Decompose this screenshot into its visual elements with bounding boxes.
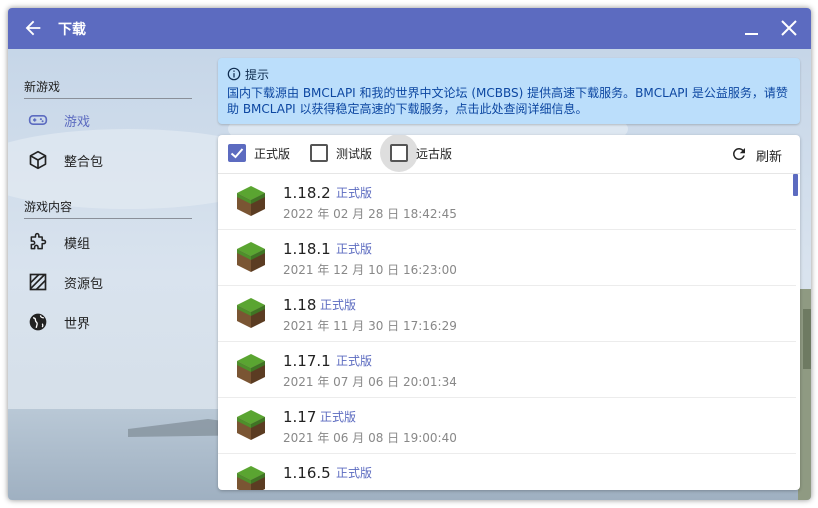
version-row[interactable]: 1.18.2 正式版 2022 年 02 月 28 日 18:42:45 [218,173,796,230]
grass-block-icon [237,242,265,272]
hint-box[interactable]: 提示 国内下载源由 BMCLAPI 和我的世界中文论坛 (MCBBS) 提供高速… [218,58,800,124]
grass-block-icon [237,186,265,216]
version-number: 1.18.2 [283,184,331,202]
sidebar: 新游戏 游戏 整合包 游戏内容 模组 资源包 世界 [8,49,208,500]
refresh-label: 刷新 [756,150,783,165]
hint-link-text[interactable]: 国内下载源由 BMCLAPI 和我的世界中文论坛 (MCBBS) 提供高速下载服… [227,85,793,117]
sidebar-item-label: 模组 [64,237,91,252]
gamepad-icon [28,115,48,125]
minimize-icon[interactable] [743,20,761,38]
filter-label: 正式版 [254,147,291,161]
version-number: 1.17.1 [283,352,331,370]
filter-label: 测试版 [336,147,373,161]
filter-snapshot[interactable]: 测试版 [310,142,380,166]
grass-block-icon [237,354,265,384]
version-row[interactable]: 1.17.1 正式版 2021 年 07 月 06 日 20:01:34 [218,341,796,398]
sidebar-item-worlds[interactable]: 世界 [8,302,208,342]
hint-title: 提示 [245,68,270,82]
version-number: 1.16.5 [283,464,331,482]
version-type-badge: 正式版 [336,186,373,200]
version-number: 1.18.1 [283,240,331,258]
version-row[interactable]: 1.18.1 正式版 2021 年 12 月 10 日 16:23:00 [218,229,796,286]
filter-old[interactable]: 远古版 [380,135,460,172]
release-date: 2021 年 11 月 30 日 17:16:29 [283,319,457,333]
sidebar-item-resourcepacks[interactable]: 资源包 [8,262,208,302]
section-title-game-content: 游戏内容 [24,198,192,219]
release-date: 2022 年 02 月 28 日 18:42:45 [283,207,457,221]
section-title-new-game: 新游戏 [24,78,192,99]
package-icon [29,150,47,170]
old-checkbox[interactable] [390,144,408,162]
version-number: 1.18 [283,296,317,314]
filter-bar: 正式版 测试版 远古版 刷新 [218,135,800,174]
sidebar-item-label: 整合包 [64,155,104,170]
version-type-badge: 正式版 [336,354,373,368]
sidebar-item-label: 资源包 [64,277,104,292]
version-type-badge: 正式版 [320,298,357,312]
grass-block-icon [237,298,265,328]
snapshot-checkbox[interactable] [310,144,328,162]
title-bar: 下载 [8,8,811,49]
sidebar-item-label: 世界 [64,317,91,332]
sidebar-item-mods[interactable]: 模组 [8,222,208,262]
puzzle-icon [30,232,47,250]
version-row[interactable]: 1.16.5 正式版 [218,453,796,490]
sidebar-item-label: 游戏 [64,115,91,130]
filter-release[interactable]: 正式版 [228,142,298,166]
sidebar-item-game[interactable]: 游戏 [8,100,208,140]
filter-label: 远古版 [416,147,453,161]
version-panel: 正式版 测试版 远古版 刷新 1.18.2 正式版 2022 年 02 月 28… [218,135,800,490]
texture-icon [29,273,47,291]
back-arrow-icon[interactable] [22,17,44,39]
release-date: 2021 年 06 月 08 日 19:00:40 [283,431,457,445]
release-date: 2021 年 07 月 06 日 20:01:34 [283,375,457,389]
version-type-badge: 正式版 [320,410,357,424]
release-checkbox[interactable] [228,144,246,162]
version-type-badge: 正式版 [336,242,373,256]
close-icon[interactable] [779,18,799,38]
sidebar-item-modpack[interactable]: 整合包 [8,140,208,180]
version-number: 1.17 [283,408,317,426]
version-row[interactable]: 1.18 正式版 2021 年 11 月 30 日 17:16:29 [218,285,796,342]
globe-icon [29,313,47,331]
refresh-icon [733,148,745,160]
checkmark-icon [230,148,244,159]
info-icon [227,67,241,81]
grass-block-icon [237,410,265,440]
window-title: 下载 [58,22,86,38]
refresh-button[interactable]: 刷新 [730,143,790,165]
grass-block-icon [237,466,265,490]
launcher-window: 下载 新游戏 游戏 整合包 游戏内容 模组 资源包 世界 提示 国内下载源由 B… [8,8,811,500]
version-row[interactable]: 1.17 正式版 2021 年 06 月 08 日 19:00:40 [218,397,796,454]
version-list: 1.18.2 正式版 2022 年 02 月 28 日 18:42:45 1.1… [218,173,800,490]
release-date: 2021 年 12 月 10 日 16:23:00 [283,263,457,277]
version-type-badge: 正式版 [336,466,373,480]
